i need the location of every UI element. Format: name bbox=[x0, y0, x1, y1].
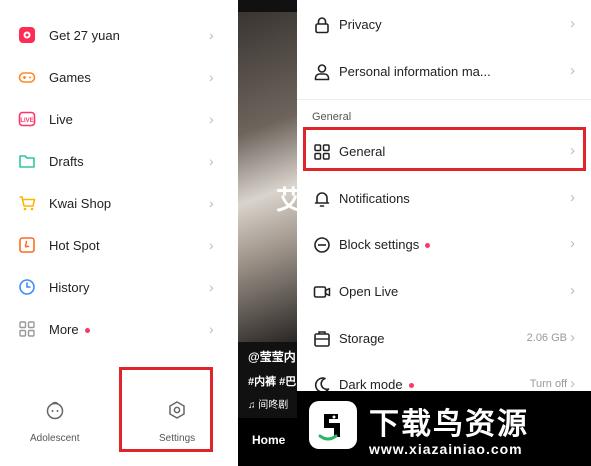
lock-icon bbox=[313, 16, 331, 34]
settings-item-label-text: Block settings bbox=[339, 237, 420, 252]
watermark-url: www.xiazainiao.com bbox=[369, 441, 523, 457]
highlight-box-settings bbox=[119, 367, 213, 452]
svg-text:LIVE: LIVE bbox=[20, 118, 33, 124]
menu-item-label-text: More bbox=[49, 321, 79, 337]
chevron-right-icon: › bbox=[570, 62, 575, 79]
menu-item-label: History bbox=[49, 279, 90, 295]
block-icon bbox=[313, 236, 331, 254]
settings-item-label: Personal information ma... bbox=[339, 64, 491, 79]
side-drawer: Get 27 yuan › Games › LIVE Live › Drafts… bbox=[0, 0, 238, 466]
menu-item-history[interactable]: History › bbox=[0, 266, 238, 308]
menu-item-label: Live bbox=[49, 111, 73, 127]
menu-item-get-yuan[interactable]: Get 27 yuan › bbox=[0, 14, 238, 56]
clock-icon bbox=[18, 278, 36, 296]
folder-icon bbox=[18, 152, 36, 170]
grid-icon bbox=[18, 320, 36, 338]
watermark-banner: 下载鸟资源 www.xiazainiao.com bbox=[297, 391, 591, 466]
chevron-right-icon: › bbox=[209, 69, 214, 85]
hotspot-icon bbox=[18, 236, 36, 254]
notification-dot bbox=[408, 383, 414, 389]
settings-item-label: Block settings bbox=[339, 237, 431, 252]
chevron-right-icon: › bbox=[209, 111, 214, 127]
menu-item-label: Get 27 yuan bbox=[49, 27, 120, 43]
watermark-title: 下载鸟资源 bbox=[369, 408, 529, 441]
section-divider bbox=[297, 99, 591, 100]
tab-home[interactable]: Home bbox=[252, 433, 285, 447]
menu-item-kwai-shop[interactable]: Kwai Shop › bbox=[0, 182, 238, 224]
menu-item-games[interactable]: Games › bbox=[0, 56, 238, 98]
menu-item-drafts[interactable]: Drafts › bbox=[0, 140, 238, 182]
section-title-general: General bbox=[312, 111, 352, 123]
menu-item-label: Hot Spot bbox=[49, 237, 100, 253]
chevron-right-icon: › bbox=[209, 237, 214, 253]
bell-icon bbox=[313, 190, 331, 208]
settings-item-label: Privacy bbox=[339, 17, 382, 32]
notification-dot bbox=[425, 243, 431, 249]
settings-item-storage[interactable]: Storage 2.06 GB › bbox=[297, 317, 591, 361]
storage-icon bbox=[313, 330, 331, 348]
settings-item-label: Notifications bbox=[339, 191, 410, 206]
chevron-right-icon: › bbox=[570, 329, 575, 346]
adolescent-label: Adolescent bbox=[30, 433, 80, 444]
chevron-right-icon: › bbox=[570, 189, 575, 206]
menu-item-label: Kwai Shop bbox=[49, 195, 112, 211]
chevron-right-icon: › bbox=[570, 375, 575, 392]
settings-item-block-settings[interactable]: Block settings › bbox=[297, 223, 591, 267]
video-overlay-text: 艾 bbox=[276, 185, 297, 215]
menu-item-live[interactable]: LIVE Live › bbox=[0, 98, 238, 140]
video-music[interactable]: ♫ 间咚剧 bbox=[248, 396, 288, 411]
chevron-right-icon: › bbox=[209, 153, 214, 169]
highlight-box-general bbox=[303, 127, 586, 171]
menu-item-label: Drafts bbox=[49, 153, 84, 169]
chevron-right-icon: › bbox=[570, 15, 575, 32]
chevron-right-icon: › bbox=[209, 321, 214, 337]
settings-item-privacy[interactable]: Privacy › bbox=[297, 3, 591, 47]
menu-item-more[interactable]: More › bbox=[0, 308, 238, 350]
bird-logo-icon bbox=[309, 401, 357, 449]
chevron-right-icon: › bbox=[570, 282, 575, 299]
adolescent-button[interactable]: Adolescent bbox=[30, 400, 79, 444]
settings-item-label: Storage bbox=[339, 331, 385, 346]
chevron-right-icon: › bbox=[570, 235, 575, 252]
cart-icon bbox=[18, 194, 36, 212]
settings-item-label: Dark mode bbox=[339, 377, 414, 392]
dark-mode-value: Turn off bbox=[529, 378, 567, 390]
video-hashtags[interactable]: #内裤 #巴 bbox=[248, 373, 296, 389]
menu-item-label: More bbox=[49, 322, 90, 337]
video-thumbnail bbox=[238, 12, 297, 342]
child-face-icon bbox=[45, 400, 65, 425]
storage-value: 2.06 GB bbox=[526, 332, 567, 344]
live-icon: LIVE bbox=[18, 110, 36, 128]
menu-item-label: Games bbox=[49, 69, 91, 85]
settings-item-notifications[interactable]: Notifications › bbox=[297, 177, 591, 221]
gamepad-icon bbox=[18, 68, 36, 86]
settings-item-label-text: Dark mode bbox=[339, 377, 403, 392]
video-feed-background: 艾 @莹莹内 #内裤 #巴 ♫ 间咚剧 Home bbox=[238, 0, 297, 466]
settings-item-personal-info[interactable]: Personal information ma... › bbox=[297, 50, 591, 94]
camera-icon bbox=[313, 283, 331, 301]
menu-item-hot-spot[interactable]: Hot Spot › bbox=[0, 224, 238, 266]
chevron-right-icon: › bbox=[209, 195, 214, 211]
settings-item-open-live[interactable]: Open Live › bbox=[297, 270, 591, 314]
video-username[interactable]: @莹莹内 bbox=[248, 348, 296, 365]
chevron-right-icon: › bbox=[209, 279, 214, 295]
notification-dot bbox=[84, 327, 90, 333]
gift-icon bbox=[18, 26, 36, 44]
person-icon bbox=[313, 63, 331, 81]
settings-item-label: Open Live bbox=[339, 284, 399, 299]
chevron-right-icon: › bbox=[209, 27, 214, 43]
